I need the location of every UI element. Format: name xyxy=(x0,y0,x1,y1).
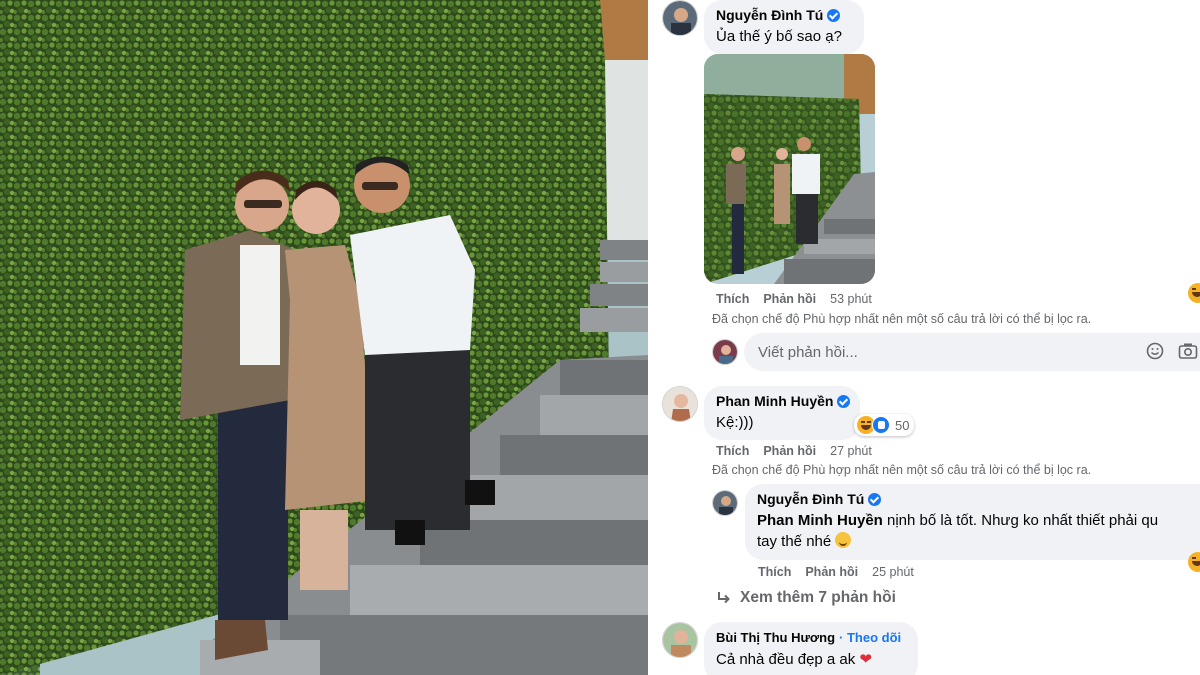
reply-text-line1: Phan Minh Huyền nịnh bố là tốt. Nhưg ko … xyxy=(757,512,1200,529)
author-name[interactable]: Bùi Thị Thu Hương xyxy=(716,630,835,645)
comment-text: Ủa thế ý bố sao ạ? xyxy=(716,28,842,45)
reply-text: nịnh bố là tốt. Nhưg ko nhất thiết phải … xyxy=(882,512,1159,529)
comment-timestamp[interactable]: 27 phút xyxy=(830,444,872,458)
reply-bubble: Nguyễn Đình Tú Phan Minh Huyền nịnh bố l… xyxy=(745,484,1200,560)
reply-actions: Thích Phản hồi 25 phút xyxy=(758,565,914,579)
reply-text-line2: tay thế nhé xyxy=(757,532,1200,550)
like-link[interactable]: Thích xyxy=(758,565,791,579)
photo-illustration xyxy=(0,0,648,675)
comment-bubble: Phan Minh Huyền Kệ:))) xyxy=(704,386,860,440)
reply-link[interactable]: Phản hồi xyxy=(763,292,816,306)
comment-timestamp[interactable]: 53 phút xyxy=(830,292,872,306)
avatar-image xyxy=(663,387,697,421)
comment-attached-photo[interactable] xyxy=(704,54,875,284)
filter-note: Đã chọn chế độ Phù hợp nhất nên một số c… xyxy=(712,463,1092,477)
comment-author[interactable]: Nguyễn Đình Tú xyxy=(716,7,841,23)
avatar-image xyxy=(663,1,697,35)
mention-link[interactable]: Phan Minh Huyền xyxy=(757,512,883,529)
reply-tools xyxy=(1146,342,1198,360)
comment-author[interactable]: Bùi Thị Thu Hương · Theo dõi xyxy=(716,630,901,645)
like-link[interactable]: Thích xyxy=(716,444,749,458)
author-name[interactable]: Nguyễn Đình Tú xyxy=(716,7,823,23)
see-more-replies[interactable]: Xem thêm 7 phản hồi xyxy=(716,589,896,607)
comment-avatar-bui-thi-thu-huong[interactable] xyxy=(662,622,698,658)
reaction-summary[interactable]: 50 xyxy=(854,414,915,436)
reply-avatar-nguyen-dinh-tu[interactable] xyxy=(712,490,738,516)
main-photo xyxy=(0,0,648,675)
comment-actions: Thích Phản hồi 53 phút xyxy=(716,292,872,306)
avatar-image xyxy=(713,340,737,364)
reply-link[interactable]: Phản hồi xyxy=(805,565,858,579)
reply-author[interactable]: Nguyễn Đình Tú xyxy=(757,491,882,507)
comment-text: Cả nhà đều đẹp a ak ❤ xyxy=(716,650,906,668)
comment-bubble: Nguyễn Đình Tú Ủa thế ý bố sao ạ? xyxy=(704,0,864,54)
comment-avatar-nguyen-dinh-tu[interactable] xyxy=(662,0,698,36)
smile-icon[interactable] xyxy=(1146,342,1164,360)
comment-actions: Thích Phản hồi 27 phút xyxy=(716,444,872,458)
follow-link[interactable]: · Theo dõi xyxy=(839,630,901,645)
haha-reaction-icon[interactable] xyxy=(1188,283,1200,303)
comment-avatar-phan-minh-huyen[interactable] xyxy=(662,386,698,422)
see-more-label: Xem thêm 7 phản hồi xyxy=(740,589,896,606)
verified-badge-icon xyxy=(868,492,882,506)
current-user-avatar[interactable] xyxy=(712,339,738,365)
attached-photo-image xyxy=(704,54,875,284)
author-name[interactable]: Phan Minh Huyền xyxy=(716,393,833,409)
reaction-count: 50 xyxy=(895,417,910,433)
reply-text-end: tay thế nhé xyxy=(757,533,832,550)
haha-reaction-icon[interactable] xyxy=(1188,552,1200,572)
filter-note: Đã chọn chế độ Phù hợp nhất nên một số c… xyxy=(712,312,1092,326)
reply-timestamp[interactable]: 25 phút xyxy=(872,565,914,579)
smile-emoji-icon xyxy=(835,532,852,548)
reply-link[interactable]: Phản hồi xyxy=(763,444,816,458)
avatar-image xyxy=(663,623,697,657)
author-name[interactable]: Nguyễn Đình Tú xyxy=(757,491,864,507)
comment-text: Kệ:))) xyxy=(716,414,754,431)
reply-placeholder: Viết phản hồi... xyxy=(758,343,858,361)
like-reaction-icon xyxy=(872,416,890,434)
avatar-image xyxy=(713,491,737,515)
reply-arrow-icon xyxy=(718,592,730,604)
reply-input[interactable]: Viết phản hồi... xyxy=(744,333,1200,371)
like-link[interactable]: Thích xyxy=(716,292,749,306)
verified-badge-icon xyxy=(827,8,841,22)
comment-bubble: Bùi Thị Thu Hương · Theo dõi Cả nhà đều … xyxy=(704,622,918,675)
comment-section: Nguyễn Đình Tú Ủa thế ý bố sao ạ? Thích … xyxy=(648,0,1200,675)
heart-icon: ❤ xyxy=(859,651,873,668)
comment-author[interactable]: Phan Minh Huyền xyxy=(716,393,851,409)
comment-text-body: Cả nhà đều đẹp a ak xyxy=(716,651,856,668)
camera-icon[interactable] xyxy=(1178,342,1198,360)
verified-badge-icon xyxy=(837,394,851,408)
